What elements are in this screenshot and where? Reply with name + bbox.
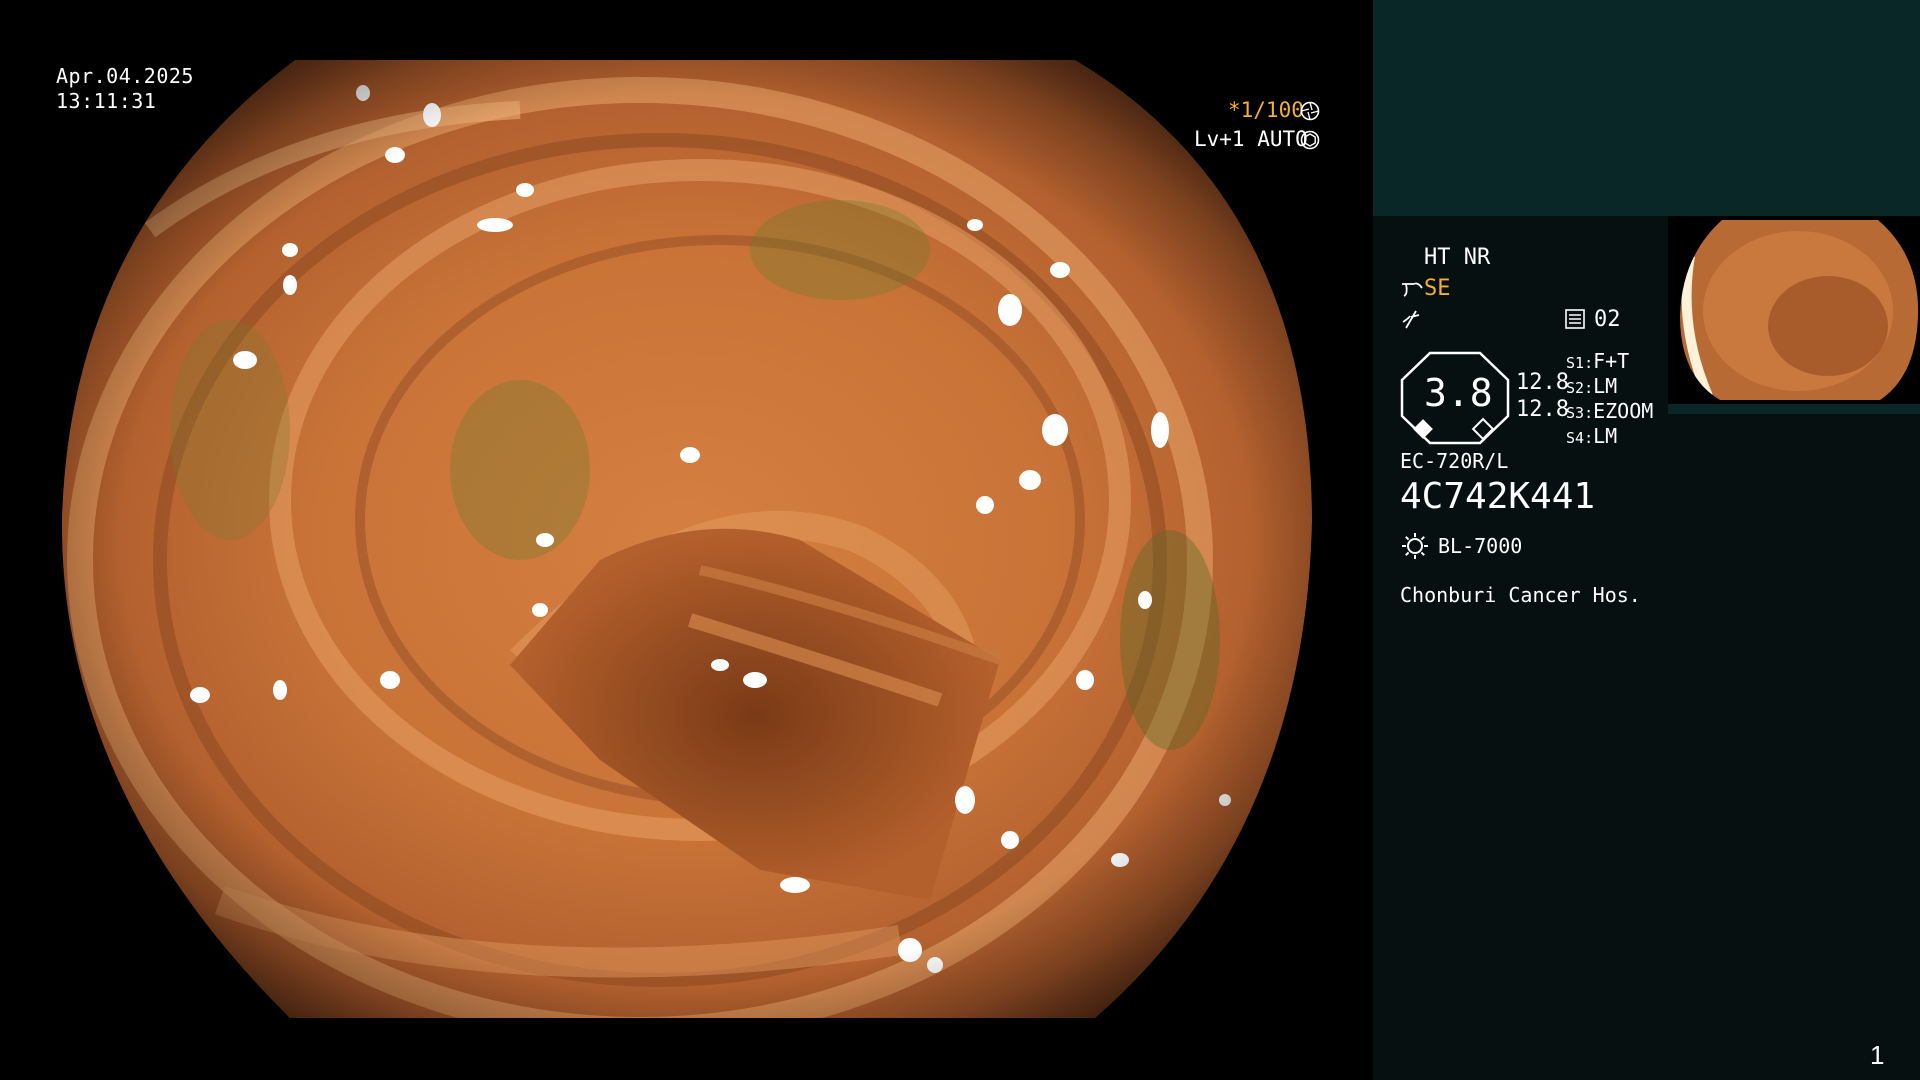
switch-list: S1:F+T S2:LM S3:EZOOM S4:LM <box>1566 349 1653 449</box>
aperture-icon <box>1300 101 1320 121</box>
scope-serial: 4C742K441 <box>1400 476 1596 517</box>
tilde-hook-icon <box>1402 282 1423 297</box>
shutter-speed: *1/100 <box>1228 98 1304 122</box>
scope-model: EC-720R/L <box>1400 449 1509 473</box>
switch-value: EZOOM <box>1593 399 1654 423</box>
value-top: 12.8 <box>1516 370 1569 395</box>
level-auto: Lv+1 AUTO <box>1194 127 1308 151</box>
colon-lumen-image <box>61 60 1312 1018</box>
se-label: SE <box>1424 276 1451 301</box>
value-bottom: 12.8 <box>1516 397 1569 422</box>
switch-key: S4 <box>1566 429 1585 447</box>
page-number: 1 <box>1870 1040 1885 1070</box>
endoscope-image <box>61 60 1312 1018</box>
switch-value: F+T <box>1593 349 1630 373</box>
switch-key: S2 <box>1566 379 1585 397</box>
gauge-value: 3.8 <box>1424 371 1493 415</box>
switch-row: S4:LM <box>1566 424 1618 448</box>
switch-key: S1 <box>1566 354 1585 372</box>
switch-row: S2:LM <box>1566 374 1618 398</box>
memory-icon <box>1565 309 1585 329</box>
hospital-name: Chonburi Cancer Hos. <box>1400 583 1641 607</box>
lightning-icon <box>1402 310 1420 329</box>
light-source-icon <box>1402 533 1428 559</box>
iris-icon <box>1300 130 1320 150</box>
light-source-name: BL-7000 <box>1438 534 1523 558</box>
sidebar-header-panel <box>1373 0 1920 216</box>
ht-nr-label: HT NR <box>1424 245 1491 270</box>
switch-key: S3 <box>1566 404 1585 422</box>
memory-value: 02 <box>1594 307 1621 332</box>
switch-value: LM <box>1593 424 1618 448</box>
switch-row: S3:EZOOM <box>1566 399 1654 423</box>
switch-value: LM <box>1593 374 1618 398</box>
switch-row: S1:F+T <box>1566 349 1630 373</box>
capture-time: 13:11:31 <box>56 89 157 113</box>
capture-thumbnail[interactable] <box>1668 216 1920 414</box>
capture-date: Apr.04.2025 <box>56 64 194 88</box>
